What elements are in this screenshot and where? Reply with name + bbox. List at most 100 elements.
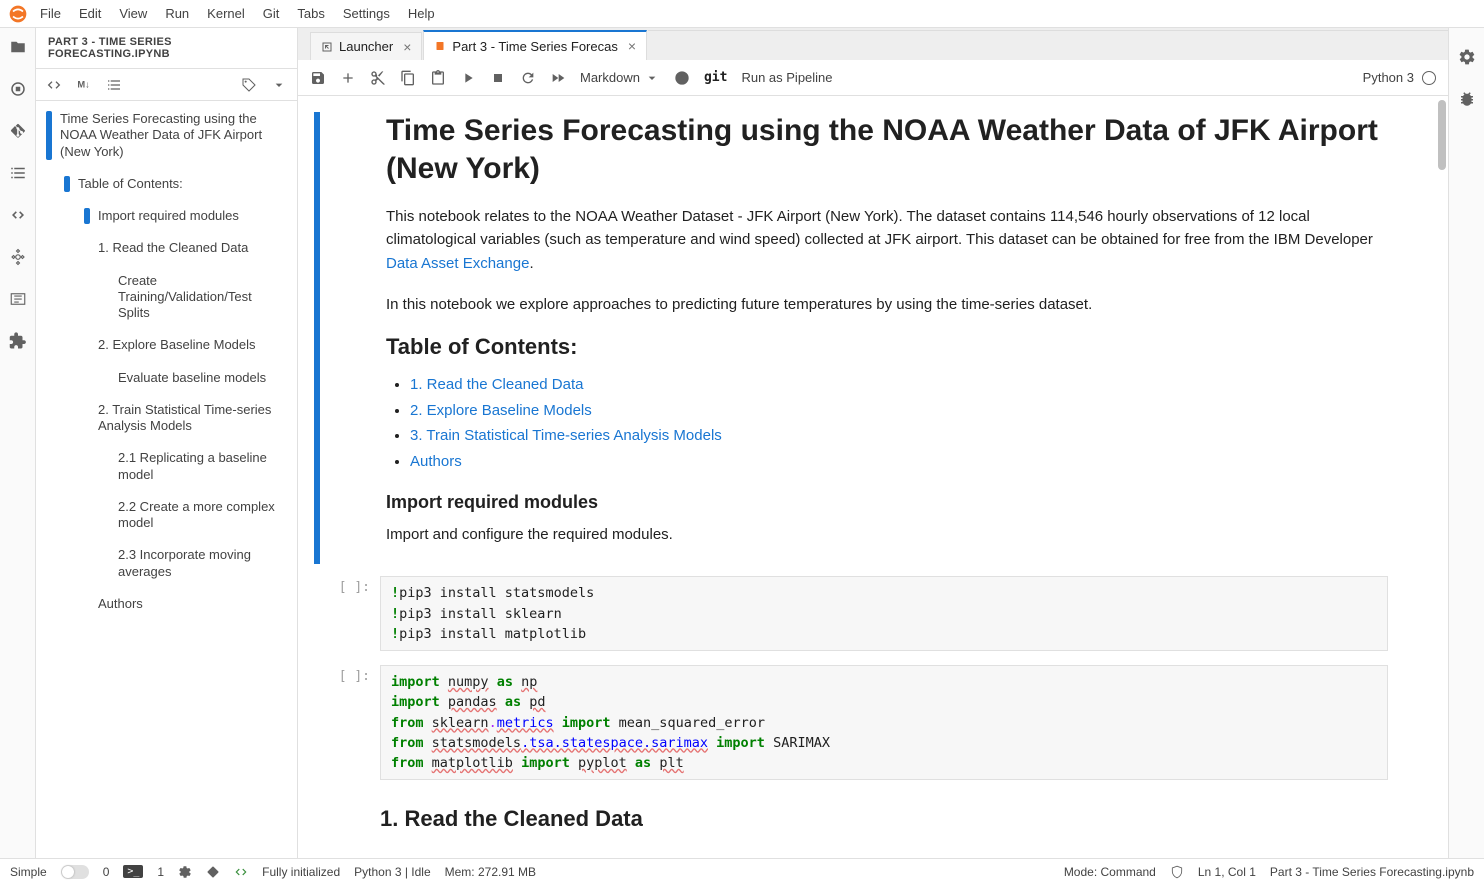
section-heading: 1. Read the Cleaned Data	[380, 806, 1388, 832]
table-of-contents: Time Series Forecasting using the NOAA W…	[36, 101, 297, 858]
numbered-list-icon[interactable]	[106, 77, 122, 93]
kernel-status[interactable]: Python 3 | Idle	[354, 865, 431, 879]
kernel-status-icon	[1422, 71, 1436, 85]
notebook-para: This notebook relates to the NOAA Weathe…	[386, 205, 1388, 275]
toc-item[interactable]: Authors	[36, 592, 297, 616]
shield-icon[interactable]	[1170, 865, 1184, 879]
toc-link[interactable]: 1. Read the Cleaned Data	[410, 376, 583, 393]
terminal-count[interactable]: 1	[157, 865, 164, 879]
notebook-toolbar: Markdown git Run as Pipeline Python 3	[298, 60, 1448, 96]
code-icon[interactable]	[46, 77, 62, 93]
close-icon[interactable]: ×	[403, 39, 411, 55]
toc-link[interactable]: 2. Explore Baseline Models	[410, 402, 592, 419]
terminal-icon[interactable]: >_	[123, 865, 143, 878]
sidebar-toolbar: M↓	[36, 69, 297, 101]
toc-item[interactable]: Table of Contents:	[36, 172, 297, 196]
scrollbar[interactable]	[1438, 100, 1446, 170]
toc-link[interactable]: Authors	[410, 453, 462, 470]
simple-toggle[interactable]	[61, 865, 89, 879]
jupyter-logo	[8, 4, 28, 24]
filename-status[interactable]: Part 3 - Time Series Forecasting.ipynb	[1270, 865, 1474, 879]
notebook-body[interactable]: Time Series Forecasting using the NOAA W…	[298, 96, 1448, 858]
pipeline-editor-icon[interactable]	[9, 248, 27, 266]
commands-icon[interactable]	[9, 290, 27, 308]
folder-icon[interactable]	[9, 38, 27, 56]
menu-git[interactable]: Git	[263, 6, 280, 21]
extension-icon[interactable]	[9, 332, 27, 350]
import-heading: Import required modules	[386, 492, 1388, 513]
property-inspector-icon[interactable]	[1458, 48, 1476, 66]
toc-icon[interactable]	[9, 164, 27, 182]
menu-help[interactable]: Help	[408, 6, 435, 21]
git-label[interactable]: git	[704, 70, 727, 85]
menu-file[interactable]: File	[40, 6, 61, 21]
code-editor[interactable]: !pip3 install statsmodels !pip3 install …	[380, 576, 1388, 651]
kernel-selector[interactable]: Python 3	[1363, 70, 1436, 85]
markdown-cell[interactable]: Time Series Forecasting using the NOAA W…	[306, 112, 1428, 564]
code-cell[interactable]: [ ]: !pip3 install statsmodels !pip3 ins…	[306, 576, 1428, 651]
cell-indicator	[314, 112, 320, 564]
cell-prompt	[320, 800, 380, 844]
toc-item[interactable]: 2. Explore Baseline Models	[36, 333, 297, 357]
lsp-icon[interactable]	[234, 865, 248, 879]
toc-item[interactable]: Import required modules	[36, 204, 297, 228]
launcher-tab-icon	[321, 41, 333, 53]
git-icon[interactable]	[9, 122, 27, 140]
cell-type-select[interactable]: Markdown	[580, 70, 660, 86]
menu-settings[interactable]: Settings	[343, 6, 390, 21]
toc-item[interactable]: 2. Train Statistical Time-series Analysi…	[36, 398, 297, 439]
menubar: File Edit View Run Kernel Git Tabs Setti…	[0, 0, 1484, 28]
cut-icon[interactable]	[370, 70, 386, 86]
stop-icon[interactable]	[490, 70, 506, 86]
sidebar: PART 3 - TIME SERIES FORECASTING.IPYNB M…	[36, 28, 298, 858]
toc-item[interactable]: Evaluate baseline models	[36, 366, 297, 390]
paste-icon[interactable]	[430, 70, 446, 86]
running-icon[interactable]	[9, 80, 27, 98]
git-status[interactable]: Fully initialized	[262, 865, 340, 879]
caret-down-icon[interactable]	[271, 77, 287, 93]
menu-view[interactable]: View	[119, 6, 147, 21]
notebook-para: In this notebook we explore approaches t…	[386, 293, 1388, 316]
tab-launcher[interactable]: Launcher ×	[310, 32, 422, 60]
cursor-position[interactable]: Ln 1, Col 1	[1198, 865, 1256, 879]
toc-item[interactable]: Time Series Forecasting using the NOAA W…	[36, 107, 297, 164]
debugger-icon[interactable]	[1458, 90, 1476, 108]
markdown-icon[interactable]: M↓	[76, 77, 92, 93]
fast-forward-icon[interactable]	[550, 70, 566, 86]
code-editor[interactable]: import numpy as np import pandas as pd f…	[380, 665, 1388, 780]
data-asset-exchange-link[interactable]: Data Asset Exchange	[386, 255, 529, 272]
code-cell[interactable]: [ ]: import numpy as np import pandas as…	[306, 665, 1428, 780]
tabs-count[interactable]: 0	[103, 865, 110, 879]
code-snippet-icon[interactable]	[9, 206, 27, 224]
toc-item[interactable]: 2.2 Create a more complex model	[36, 495, 297, 536]
menu-run[interactable]: Run	[165, 6, 189, 21]
tag-icon[interactable]	[241, 77, 257, 93]
memory-status[interactable]: Mem: 272.91 MB	[445, 865, 536, 879]
toc-item[interactable]: 2.1 Replicating a baseline model	[36, 446, 297, 487]
menu-tabs[interactable]: Tabs	[297, 6, 324, 21]
notebook-title: Time Series Forecasting using the NOAA W…	[386, 112, 1388, 187]
gear-icon[interactable]	[178, 865, 192, 879]
add-icon[interactable]	[340, 70, 356, 86]
menu-edit[interactable]: Edit	[79, 6, 101, 21]
tab-label: Launcher	[339, 39, 393, 54]
import-para: Import and configure the required module…	[386, 523, 1388, 546]
copy-icon[interactable]	[400, 70, 416, 86]
restart-icon[interactable]	[520, 70, 536, 86]
toc-item[interactable]: 2.3 Incorporate moving averages	[36, 543, 297, 584]
toc-link[interactable]: 3. Train Statistical Time-series Analysi…	[410, 427, 722, 444]
toc-item[interactable]: Create Training/Validation/Test Splits	[36, 269, 297, 326]
tab-notebook[interactable]: Part 3 - Time Series Forecas ×	[423, 30, 647, 60]
clock-icon[interactable]	[674, 70, 690, 86]
toc-item[interactable]: 1. Read the Cleaned Data	[36, 236, 297, 260]
left-rail	[0, 28, 36, 858]
run-icon[interactable]	[460, 70, 476, 86]
close-icon[interactable]: ×	[628, 38, 636, 54]
mode-status[interactable]: Mode: Command	[1064, 865, 1156, 879]
git-diamond-icon[interactable]	[206, 865, 220, 879]
cell-prompt	[326, 112, 386, 564]
run-as-pipeline-button[interactable]: Run as Pipeline	[741, 70, 832, 85]
menu-kernel[interactable]: Kernel	[207, 6, 245, 21]
save-icon[interactable]	[310, 70, 326, 86]
markdown-cell[interactable]: 1. Read the Cleaned Data	[306, 800, 1428, 844]
